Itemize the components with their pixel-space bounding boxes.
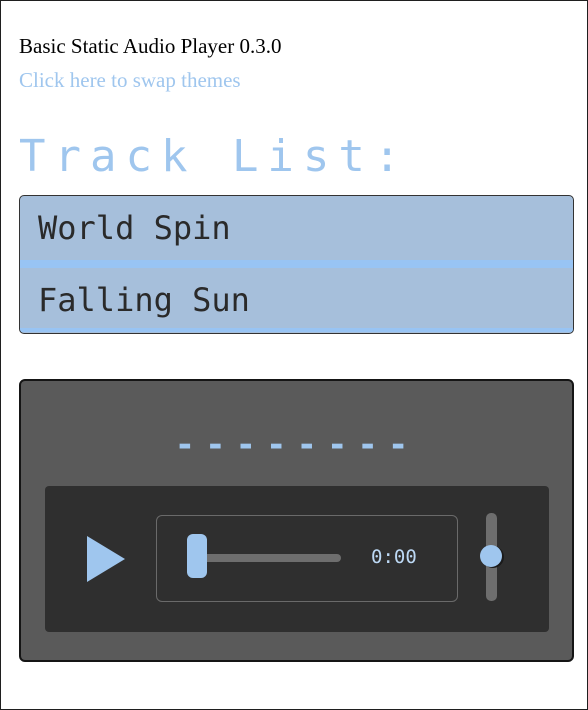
track-item-world-spin[interactable]: World Spin <box>20 196 573 260</box>
now-playing-title: -------- <box>174 425 419 465</box>
track-item-falling-sun[interactable]: Falling Sun <box>20 268 573 332</box>
volume-thumb[interactable] <box>480 545 502 567</box>
audio-player: -------- 0:00 <box>19 379 574 662</box>
time-display: 0:00 <box>371 546 417 568</box>
tracklist-heading: Track List: <box>19 131 410 182</box>
seek-thumb[interactable] <box>187 534 207 578</box>
player-controls: 0:00 <box>45 486 549 632</box>
track-list: World Spin Falling Sun <box>19 195 574 334</box>
app-title: Basic Static Audio Player 0.3.0 <box>19 34 282 58</box>
track-divider <box>20 260 573 268</box>
seek-bar[interactable] <box>191 554 341 562</box>
seek-panel: 0:00 <box>156 515 458 602</box>
play-icon <box>87 536 125 582</box>
play-button[interactable] <box>85 534 129 584</box>
swap-theme-link[interactable]: Click here to swap themes <box>19 67 241 93</box>
